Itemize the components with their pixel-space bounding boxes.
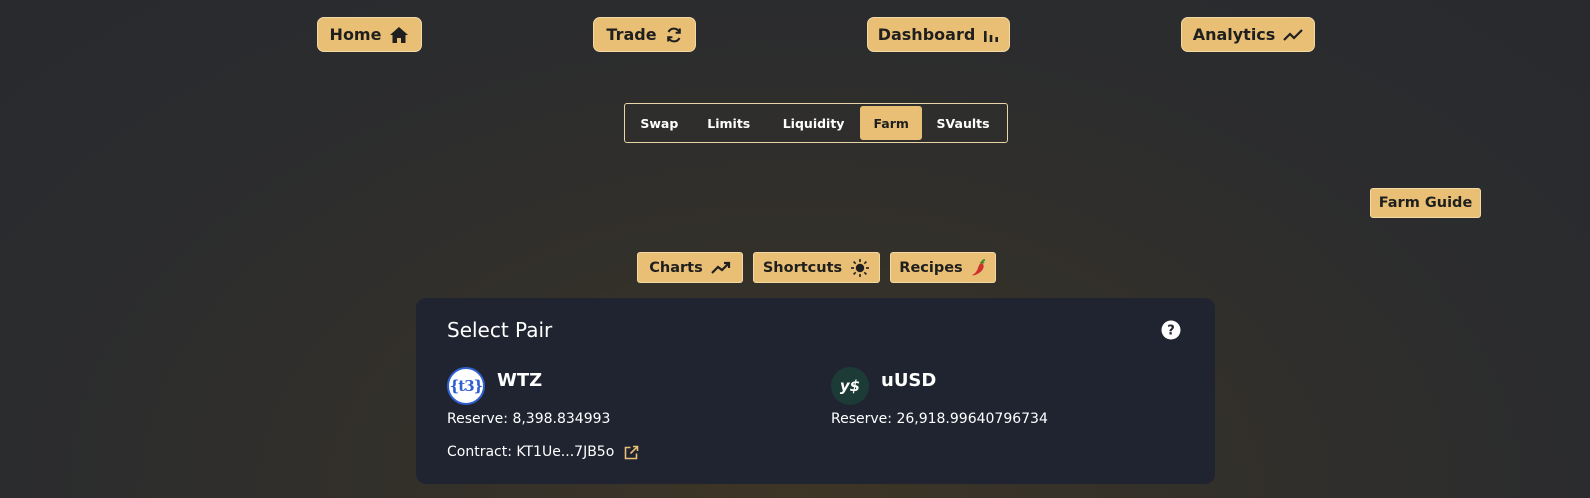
trending-up-icon <box>710 261 731 275</box>
recipes-label: Recipes <box>899 259 963 276</box>
nav-analytics-button[interactable]: Analytics <box>1181 17 1315 52</box>
uusd-token-logo: y$ <box>831 367 869 405</box>
charts-button[interactable]: Charts <box>637 252 743 283</box>
tab-liquidity[interactable]: Liquidity <box>767 106 861 140</box>
recipes-button[interactable]: Recipes <box>890 252 996 283</box>
tab-farm[interactable]: Farm <box>860 106 923 140</box>
token-a-reserve: Reserve: 8,398.834993 <box>447 411 611 427</box>
nav-trade-button[interactable]: Trade <box>593 17 696 52</box>
token-b-reserve: Reserve: 26,918.99640796734 <box>831 411 1048 427</box>
external-link-icon[interactable] <box>624 445 639 460</box>
charts-label: Charts <box>649 259 703 276</box>
nav-home-button[interactable]: Home <box>317 17 422 52</box>
help-icon[interactable]: ? <box>1161 320 1181 340</box>
sun-icon <box>850 258 870 278</box>
bar-chart-icon <box>983 27 999 43</box>
shortcuts-label: Shortcuts <box>762 259 843 276</box>
nav-trade-label: Trade <box>606 25 657 44</box>
tab-svaults[interactable]: SVaults <box>922 106 1004 140</box>
trade-mode-tabs: Swap Limits Liquidity Farm SVaults <box>624 103 1008 143</box>
contract-row: Contract: KT1Ue...7JB5o <box>447 444 639 460</box>
nav-dashboard-label: Dashboard <box>877 25 976 44</box>
chili-pepper-icon <box>971 258 987 277</box>
home-icon <box>389 26 409 44</box>
tab-swap[interactable]: Swap <box>628 106 691 140</box>
farm-guide-button[interactable]: Farm Guide <box>1370 188 1481 218</box>
farm-guide-label: Farm Guide <box>1378 195 1473 211</box>
contract-address: Contract: KT1Ue...7JB5o <box>447 444 615 460</box>
svg-text:?: ? <box>1167 324 1175 339</box>
wtz-token-logo: {t3} <box>447 367 485 405</box>
token-a-symbol: WTZ <box>497 370 543 391</box>
shortcuts-button[interactable]: Shortcuts <box>753 252 880 283</box>
refresh-icon <box>665 26 683 44</box>
nav-home-label: Home <box>329 25 382 44</box>
nav-dashboard-button[interactable]: Dashboard <box>867 17 1010 52</box>
nav-analytics-label: Analytics <box>1192 25 1276 44</box>
token-b-symbol: uUSD <box>881 370 937 391</box>
select-pair-card: Select Pair ? {t3} WTZ Reserve: 8,398.83… <box>416 298 1215 484</box>
tab-limits[interactable]: Limits <box>691 106 767 140</box>
trend-line-icon <box>1283 28 1304 42</box>
wtz-logo-text: {t3} <box>449 377 484 395</box>
uusd-logo-text: y$ <box>839 377 861 395</box>
card-title: Select Pair <box>447 318 553 342</box>
